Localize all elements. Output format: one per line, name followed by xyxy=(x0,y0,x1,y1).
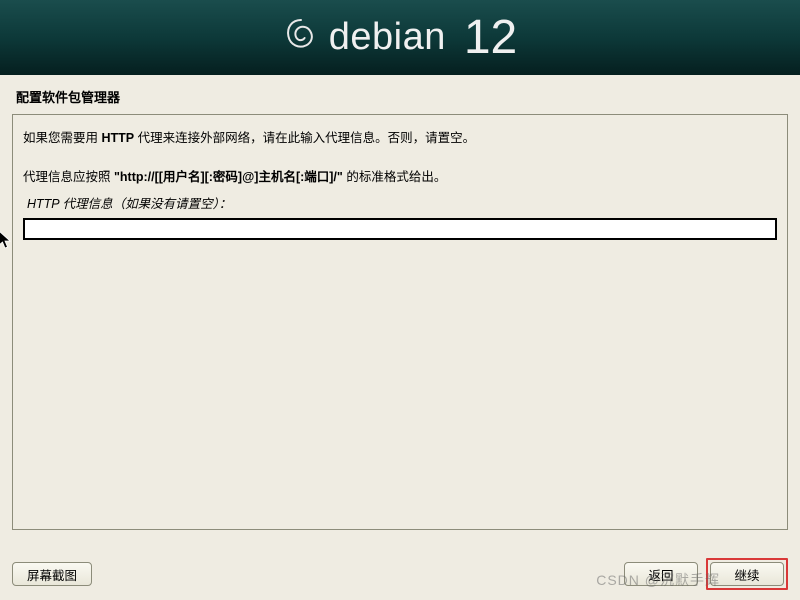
brand-version: 12 xyxy=(464,10,517,65)
desc2-part-c: 的标准格式给出。 xyxy=(343,170,446,184)
desc1-part-a: 如果您需要用 xyxy=(23,131,101,145)
desc1-http: HTTP xyxy=(101,131,134,145)
button-bar: 屏幕截图 返回 继续 xyxy=(12,558,788,590)
page-title: 配置软件包管理器 xyxy=(12,75,788,114)
description-line-2: 代理信息应按照 "http://[[用户名][:密码]@]主机名[:端口]/" … xyxy=(23,168,777,187)
field-label: HTTP 代理信息（如果没有请置空）： xyxy=(27,193,777,212)
desc1-part-c: 代理来连接外部网络，请在此输入代理信息。否则，请置空。 xyxy=(134,131,475,145)
debian-swirl-icon xyxy=(283,16,319,60)
desc2-part-a: 代理信息应按照 xyxy=(23,170,114,184)
back-button[interactable]: 返回 xyxy=(624,562,698,586)
description-line-1: 如果您需要用 HTTP 代理来连接外部网络，请在此输入代理信息。否则，请置空。 xyxy=(23,129,777,148)
screenshot-button[interactable]: 屏幕截图 xyxy=(12,562,92,586)
desc2-format: "http://[[用户名][:密码]@]主机名[:端口]/" xyxy=(114,170,343,184)
http-proxy-input[interactable] xyxy=(23,218,777,240)
continue-highlight: 继续 xyxy=(706,558,788,590)
installer-header: debian 12 xyxy=(0,0,800,75)
brand-name: debian xyxy=(329,16,446,59)
debian-brand: debian 12 xyxy=(283,10,518,65)
config-panel: 如果您需要用 HTTP 代理来连接外部网络，请在此输入代理信息。否则，请置空。 … xyxy=(12,114,788,530)
mouse-cursor-icon xyxy=(0,230,12,250)
continue-button[interactable]: 继续 xyxy=(710,562,784,586)
content-area: 配置软件包管理器 如果您需要用 HTTP 代理来连接外部网络，请在此输入代理信息… xyxy=(0,75,800,600)
